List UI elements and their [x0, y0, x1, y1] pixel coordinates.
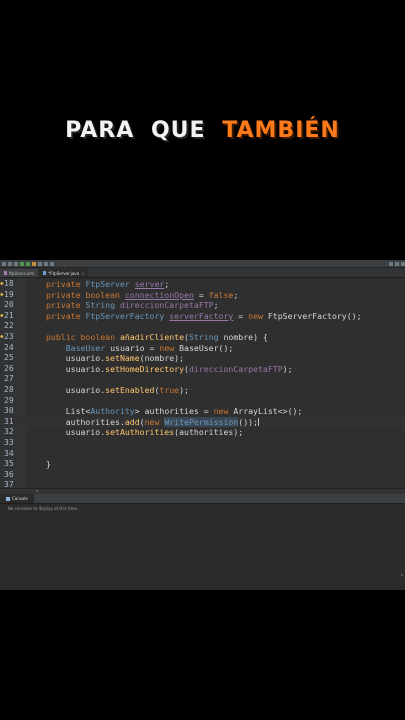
console-icon: [6, 496, 10, 501]
line-number: 23: [4, 332, 14, 341]
xml-file-icon: [4, 271, 7, 275]
code-text: usuario.setAuthorities(authorities);: [46, 427, 244, 438]
line-number: 31: [4, 416, 14, 426]
line-number: 32: [4, 427, 14, 437]
new-class-icon[interactable]: [38, 261, 42, 266]
editor-tabbar: ftpUsers.xml *FtpServer.java ×: [0, 268, 405, 278]
java-file-icon: [43, 271, 47, 275]
line-number: 18: [4, 279, 14, 288]
open-type-icon[interactable]: [44, 261, 48, 266]
debug-icon[interactable]: [20, 261, 24, 266]
code-text: usuario.setName(nombre);: [46, 353, 185, 364]
code-text: List<Authority> authorities = new ArrayL…: [46, 406, 303, 417]
line-number: 26: [4, 363, 14, 373]
code-text: }: [46, 459, 51, 470]
line-number: 34: [4, 448, 14, 458]
code-text: private boolean connectionOpen = false;: [46, 289, 239, 300]
external-tools-icon[interactable]: [32, 261, 36, 266]
editor-tab-2[interactable]: *FtpServer.java ×: [39, 269, 89, 277]
code-line[interactable]: 20 private String direccionCarpetaFTP;: [0, 300, 405, 311]
line-number: 30: [4, 406, 14, 416]
line-number: 22: [4, 321, 14, 331]
code-line[interactable]: 29: [0, 396, 405, 407]
line-number: 24: [4, 342, 14, 352]
line-number: 27: [4, 374, 14, 384]
code-line[interactable]: 30 List<Authority> authorities = new Arr…: [0, 406, 405, 417]
ide-window: ftpUsers.xml *FtpServer.java × ◆ 18 private …: [0, 260, 405, 590]
code-line[interactable]: 28 usuario.setEnabled(true);: [0, 385, 405, 396]
forward-icon[interactable]: [395, 261, 399, 266]
run-icon[interactable]: [26, 261, 30, 266]
code-line[interactable]: ◆ 21 private FtpServerFactory serverFactor…: [0, 311, 405, 322]
code-text: usuario.setEnabled(true);: [46, 385, 189, 395]
code-line[interactable]: ◆ 19 private boolean connectionOpen = fals…: [0, 290, 405, 301]
caption-word-1: PARA: [65, 118, 135, 143]
print-icon[interactable]: [14, 261, 18, 266]
console-tabbar: Console: [0, 494, 405, 504]
code-line[interactable]: 27: [0, 374, 405, 385]
code-line[interactable]: 25 usuario.setName(nombre);: [0, 353, 405, 364]
main-toolbar: [0, 260, 405, 268]
editor-tab-label: ftpUsers.xml: [9, 270, 35, 276]
code-text: BaseUser usuario = new BaseUser();: [46, 342, 234, 353]
code-editor[interactable]: ◆ 18 private FtpServer server; ◆ 19 private b…: [0, 278, 405, 488]
line-number: 19: [4, 289, 14, 299]
line-number: 20: [4, 300, 14, 310]
caption-word-2: QUE: [150, 118, 206, 143]
line-number: 35: [4, 459, 14, 469]
console-message: No consoles to display at this time.: [8, 506, 79, 511]
line-number: 29: [4, 395, 14, 405]
code-text: private FtpServer server;: [46, 279, 170, 289]
code-text: private String direccionCarpetaFTP;: [46, 300, 219, 311]
code-line[interactable]: ◆ 23 public boolean añadirCliente(String n…: [0, 332, 405, 343]
line-number: 33: [4, 438, 14, 447]
close-tab-icon[interactable]: ×: [81, 271, 84, 276]
code-line[interactable]: 22: [0, 321, 405, 332]
line-number: 28: [4, 385, 14, 394]
scroll-down-icon[interactable]: ›: [401, 572, 403, 579]
code-line[interactable]: 36: [0, 470, 405, 481]
code-text: private FtpServerFactory serverFactory =…: [46, 310, 362, 321]
code-line[interactable]: 37: [0, 480, 405, 488]
console-panel: Console No consoles to display at this t…: [0, 494, 405, 590]
back-icon[interactable]: [389, 261, 393, 266]
code-line[interactable]: ◆ 18 private FtpServer server;: [0, 279, 405, 290]
line-number: 25: [4, 353, 14, 363]
code-line[interactable]: 26 usuario.setHomeDirectory(direccionCar…: [0, 364, 405, 375]
save-icon[interactable]: [8, 261, 12, 266]
line-number: 21: [4, 310, 14, 320]
code-line[interactable]: 33: [0, 438, 405, 449]
video-caption: PARA QUE TAMBIÉN: [0, 118, 405, 143]
perspective-icon[interactable]: [401, 261, 405, 266]
editor-tab-label: *FtpServer.java: [48, 270, 80, 276]
new-file-icon[interactable]: [2, 261, 6, 266]
caption-word-3: TAMBIÉN: [222, 118, 340, 143]
search-icon[interactable]: [50, 261, 54, 266]
editor-tab-1[interactable]: ftpUsers.xml: [0, 269, 39, 277]
line-number: 36: [4, 469, 14, 479]
code-text: usuario.setHomeDirectory(direccionCarpet…: [46, 363, 293, 374]
code-text: public boolean añadirCliente(String nomb…: [46, 332, 268, 342]
code-line[interactable]: 32 usuario.setAuthorities(authorities);: [0, 427, 405, 438]
console-tab-label: Console: [12, 496, 28, 501]
line-number: 37: [4, 480, 14, 488]
code-line[interactable]: 24 BaseUser usuario = new BaseUser();: [0, 343, 405, 354]
code-line[interactable]: 35}: [0, 459, 405, 470]
code-text: authorities.add(new WritePermission());: [46, 416, 258, 427]
code-line[interactable]: 34: [0, 449, 405, 460]
code-line[interactable]: 31 authorities.add(new WritePermission()…: [0, 416, 405, 428]
text-caret: [258, 418, 259, 427]
console-tab[interactable]: Console: [0, 494, 34, 503]
